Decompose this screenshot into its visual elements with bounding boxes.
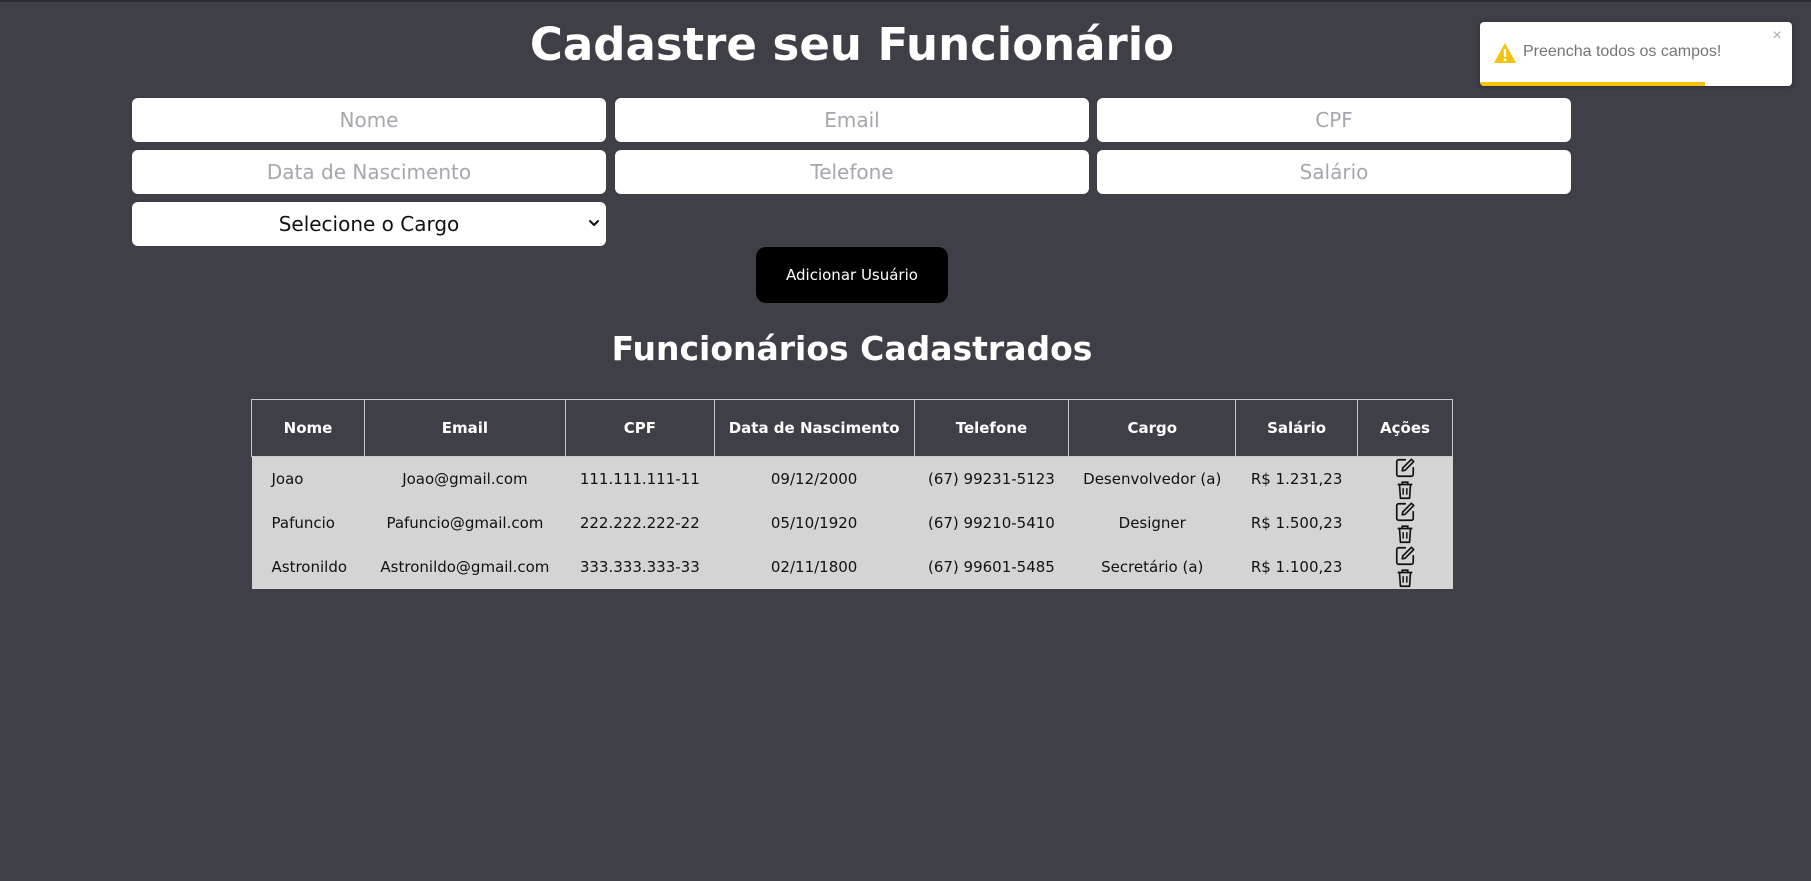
role-select-value: Selecione o Cargo — [278, 212, 460, 236]
birthdate-input[interactable] — [132, 150, 606, 194]
trash-icon[interactable] — [1394, 567, 1416, 589]
column-header-role: Cargo — [1068, 399, 1237, 457]
column-header-salary: Salário — [1235, 399, 1359, 457]
add-user-button[interactable]: Adicionar Usuário — [756, 247, 948, 303]
trash-icon[interactable] — [1394, 523, 1416, 545]
warning-icon — [1494, 43, 1516, 63]
column-header-birthdate: Data de Nascimento — [713, 399, 915, 457]
name-input[interactable] — [132, 98, 606, 142]
toast-message: Preencha todos os campos! — [1523, 43, 1722, 60]
table-row: Joao Joao@gmail.com 111.111.111-11 09/12… — [251, 456, 1453, 501]
column-header-cpf: CPF — [564, 399, 715, 457]
edit-icon[interactable] — [1394, 457, 1416, 479]
cell-birthdate: 09/12/2000 — [714, 456, 915, 501]
cell-salary: R$ 1.500,23 — [1235, 501, 1358, 545]
cell-salary: R$ 1.231,23 — [1235, 456, 1358, 501]
toast-close-button[interactable]: × — [1770, 26, 1784, 46]
cell-phone: (67) 99210-5410 — [914, 501, 1069, 545]
cell-actions — [1357, 456, 1453, 501]
phone-input[interactable] — [615, 150, 1089, 194]
cell-name: Pafuncio — [251, 501, 365, 545]
table-header-row: Nome Email CPF Data de Nascimento Telefo… — [251, 399, 1453, 457]
cell-name: Joao — [251, 456, 365, 501]
window-top-border — [0, 0, 1811, 2]
employees-table: Nome Email CPF Data de Nascimento Telefo… — [251, 399, 1453, 589]
cell-cpf: 111.111.111-11 — [565, 456, 715, 501]
table-title: Funcionários Cadastrados — [611, 329, 1093, 368]
table-row: Astronildo Astronildo@gmail.com 333.333.… — [251, 545, 1453, 589]
cell-email: Astronildo@gmail.com — [364, 545, 566, 589]
salary-input[interactable] — [1097, 150, 1571, 194]
cell-actions — [1357, 545, 1453, 589]
cell-role: Secretário (a) — [1068, 545, 1236, 589]
cell-phone: (67) 99601-5485 — [914, 545, 1069, 589]
toast-progress-bar — [1480, 82, 1705, 86]
edit-icon[interactable] — [1394, 545, 1416, 567]
cell-birthdate: 05/10/1920 — [714, 501, 915, 545]
cell-email: Pafuncio@gmail.com — [364, 501, 566, 545]
cell-phone: (67) 99231-5123 — [914, 456, 1069, 501]
column-header-phone: Telefone — [913, 399, 1070, 457]
table-row: Pafuncio Pafuncio@gmail.com 222.222.222-… — [251, 501, 1453, 545]
chevron-down-icon — [589, 220, 599, 226]
column-header-actions: Ações — [1357, 399, 1453, 457]
cell-name: Astronildo — [251, 545, 365, 589]
warning-toast: Preencha todos os campos! × — [1480, 22, 1792, 86]
cell-role: Desenvolvedor (a) — [1068, 456, 1236, 501]
cell-cpf: 222.222.222-22 — [565, 501, 715, 545]
cell-cpf: 333.333.333-33 — [565, 545, 715, 589]
role-select[interactable]: Selecione o Cargo — [132, 202, 606, 246]
trash-icon[interactable] — [1394, 479, 1416, 501]
page-title: Cadastre seu Funcionário — [529, 18, 1175, 71]
email-input[interactable] — [615, 98, 1089, 142]
cell-email: Joao@gmail.com — [364, 456, 566, 501]
edit-icon[interactable] — [1394, 501, 1416, 523]
cell-actions — [1357, 501, 1453, 545]
cell-salary: R$ 1.100,23 — [1235, 545, 1358, 589]
toast-progress-track — [1480, 82, 1792, 86]
cell-birthdate: 02/11/1800 — [714, 545, 915, 589]
cell-role: Designer — [1068, 501, 1236, 545]
column-header-name: Nome — [251, 399, 365, 457]
cpf-input[interactable] — [1097, 98, 1571, 142]
column-header-email: Email — [363, 399, 566, 457]
